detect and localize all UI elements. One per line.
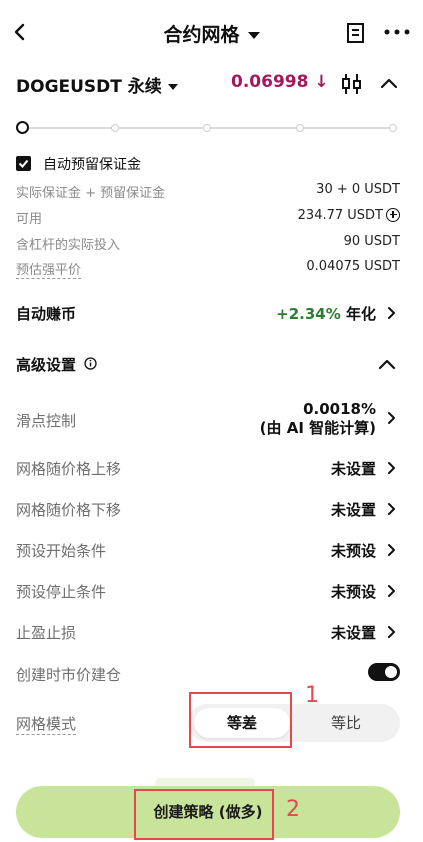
info-value-available: 234.77 USDT bbox=[297, 207, 400, 223]
pair-row: DOGEUSDT 永续 0.06998 ↓ bbox=[16, 72, 408, 97]
start-condition-row[interactable]: 预设开始条件 未预设 bbox=[16, 539, 400, 561]
slippage-percent: 0.0018% bbox=[303, 400, 376, 418]
pair-selector[interactable]: DOGEUSDT 永续 bbox=[16, 72, 178, 97]
grid-move-up-row[interactable]: 网格随价格上移 未设置 bbox=[16, 457, 400, 479]
setting-label: 预设停止条件 bbox=[16, 583, 107, 601]
info-value: 90 USDT bbox=[343, 234, 400, 249]
add-funds-icon[interactable] bbox=[386, 207, 400, 222]
annotation-box-1 bbox=[189, 692, 292, 748]
more-options-icon[interactable] bbox=[384, 28, 410, 36]
slider-stop[interactable] bbox=[203, 124, 211, 132]
top-bar: 合约网格 bbox=[0, 0, 423, 64]
slippage-note: (由 AI 智能计算) bbox=[259, 419, 376, 437]
chevron-up-icon[interactable] bbox=[378, 357, 396, 371]
setting-value: 未预设 bbox=[330, 542, 376, 560]
auto-earn-value: +2.34% 年化 bbox=[276, 303, 376, 324]
document-icon[interactable] bbox=[346, 22, 366, 44]
grid-mode-label[interactable]: 网格模式 bbox=[16, 713, 77, 735]
stop-condition-row[interactable]: 预设停止条件 未预设 bbox=[16, 580, 400, 602]
annotation-label-1: 1 bbox=[305, 683, 319, 708]
chevron-right-icon bbox=[388, 503, 395, 515]
slippage-label: 滑点控制 bbox=[16, 412, 77, 430]
info-label: 可用 bbox=[16, 212, 43, 227]
grid-move-down-row[interactable]: 网格随价格下移 未设置 bbox=[16, 498, 400, 520]
setting-value: 未预设 bbox=[330, 583, 376, 601]
slippage-value: 0.0018% (由 AI 智能计算) bbox=[260, 400, 376, 438]
auto-earn-row[interactable]: 自动赚币 +2.34% 年化 bbox=[16, 301, 400, 325]
setting-value: 未设置 bbox=[330, 460, 376, 478]
page-title: 合约网格 bbox=[163, 24, 240, 46]
market-open-row: 创建时市价建仓 bbox=[16, 663, 400, 685]
candlestick-chart-icon[interactable] bbox=[340, 72, 364, 96]
info-label[interactable]: 预估强平价 bbox=[16, 259, 82, 279]
annotation-box-2 bbox=[134, 789, 274, 840]
leverage-slider[interactable] bbox=[16, 120, 400, 136]
pair-price: 0.06998 ↓ bbox=[231, 72, 329, 92]
auto-reserve-checkbox[interactable] bbox=[16, 156, 31, 171]
info-value: 30 + 0 USDT bbox=[316, 182, 400, 197]
annotation-label-2: 2 bbox=[286, 797, 300, 822]
setting-label: 网格随价格上移 bbox=[16, 460, 122, 478]
info-row-available: 可用 234.77 USDT bbox=[16, 207, 400, 227]
info-label: 实际保证金 + 预留保证金 bbox=[16, 186, 166, 201]
grid-mode-geometric[interactable]: 等比 bbox=[298, 708, 394, 738]
chevron-up-icon[interactable] bbox=[380, 76, 398, 90]
info-icon[interactable] bbox=[84, 357, 97, 370]
pair-name: DOGEUSDT 永续 bbox=[16, 77, 162, 97]
slider-stop[interactable] bbox=[296, 124, 304, 132]
setting-label: 止盈止损 bbox=[16, 624, 77, 642]
available-amount: 234.77 USDT bbox=[297, 208, 383, 223]
caret-down-icon bbox=[167, 84, 178, 90]
advanced-settings-header[interactable]: 高级设置 bbox=[16, 352, 400, 376]
setting-value: 未设置 bbox=[330, 624, 376, 642]
chevron-right-icon bbox=[388, 412, 395, 424]
take-profit-stop-loss-row[interactable]: 止盈止损 未设置 bbox=[16, 621, 400, 643]
info-row-leveraged-investment: 含杠杆的实际投入 90 USDT bbox=[16, 234, 400, 253]
info-row-liquidation-price: 预估强平价 0.04075 USDT bbox=[16, 259, 400, 279]
info-label: 含杠杆的实际投入 bbox=[16, 238, 121, 253]
setting-label: 网格随价格下移 bbox=[16, 501, 122, 519]
chevron-right-icon bbox=[388, 462, 395, 474]
setting-value: 未设置 bbox=[330, 501, 376, 519]
info-value: 0.04075 USDT bbox=[306, 259, 400, 274]
market-open-toggle[interactable] bbox=[368, 663, 400, 681]
checkmark-icon bbox=[18, 159, 29, 168]
slider-stop[interactable] bbox=[111, 124, 119, 132]
caret-down-icon bbox=[247, 32, 260, 39]
auto-reserve-label: 自动预留保证金 bbox=[43, 157, 141, 173]
slider-stop[interactable] bbox=[389, 124, 397, 132]
slider-handle[interactable] bbox=[16, 121, 29, 134]
slippage-control-row[interactable]: 滑点控制 0.0018% (由 AI 智能计算) bbox=[16, 400, 400, 440]
setting-label: 创建时市价建仓 bbox=[16, 666, 122, 684]
chevron-right-icon bbox=[388, 626, 395, 638]
chevron-right-icon bbox=[388, 544, 395, 556]
info-row-margin: 实际保证金 + 预留保证金 30 + 0 USDT bbox=[16, 182, 400, 201]
setting-label: 预设开始条件 bbox=[16, 542, 107, 560]
chevron-right-icon bbox=[388, 307, 395, 319]
advanced-settings-title: 高级设置 bbox=[16, 356, 77, 374]
auto-earn-rate: +2.34% bbox=[276, 305, 341, 323]
auto-earn-label: 自动赚币 bbox=[16, 305, 77, 323]
auto-earn-suffix: 年化 bbox=[345, 305, 376, 323]
chevron-right-icon bbox=[388, 585, 395, 597]
